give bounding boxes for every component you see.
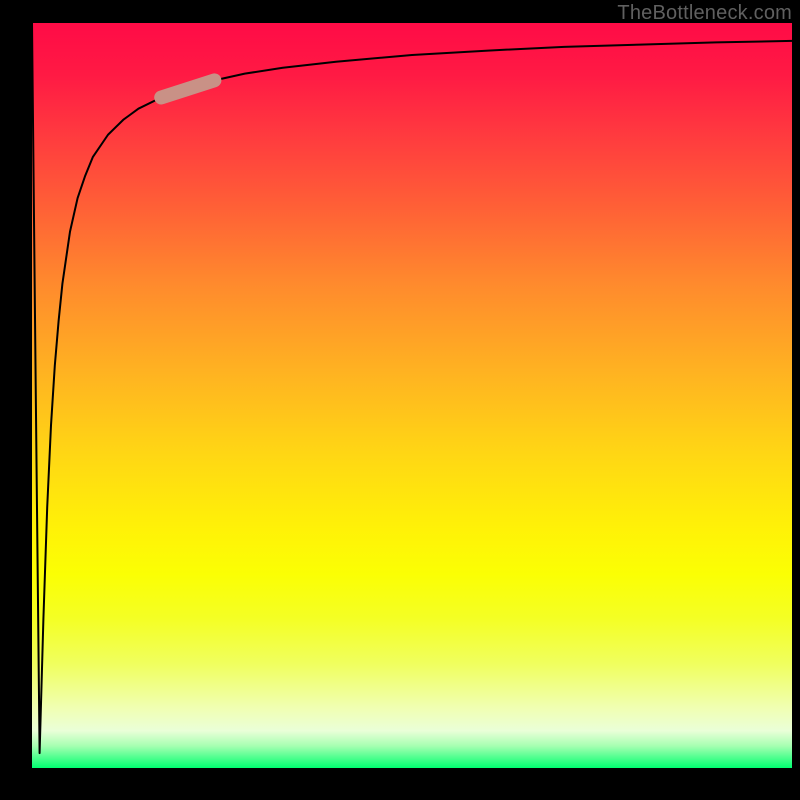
curve-path bbox=[32, 23, 792, 753]
chart-svg bbox=[32, 23, 792, 768]
attribution-text: TheBottleneck.com bbox=[617, 2, 792, 25]
plot-area bbox=[32, 23, 792, 768]
chart-layer bbox=[32, 23, 792, 753]
hotspot-path bbox=[161, 80, 214, 97]
chart-stage: TheBottleneck.com bbox=[0, 0, 800, 800]
